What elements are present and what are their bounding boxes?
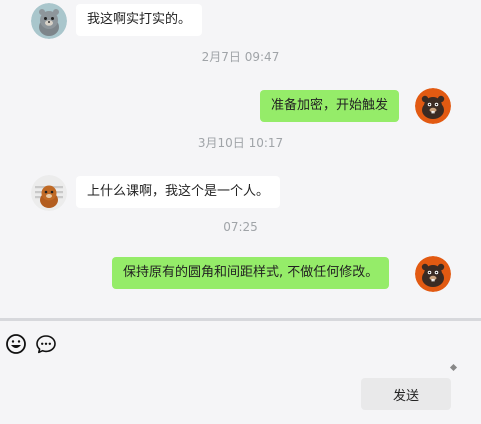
message-timestamp: 07:25 [223, 220, 258, 234]
user-avatar[interactable] [415, 88, 451, 124]
contact-avatar[interactable] [31, 175, 67, 211]
message-list[interactable]: 我这啊实打实的。 2月7日 09:47 准备加密，开始触发 3月10日 10:1… [0, 0, 481, 319]
send-button[interactable]: 发送 [361, 378, 451, 410]
message-bubble[interactable]: 保持原有的圆角和间距样式, 不做任何修改。 [112, 257, 390, 289]
user-avatar[interactable] [415, 256, 451, 292]
resize-handle-icon[interactable] [449, 363, 458, 372]
chat-window: 我这啊实打实的。 2月7日 09:47 准备加密，开始触发 3月10日 10:1… [0, 0, 481, 424]
message-bubble[interactable]: 我这啊实打实的。 [76, 4, 203, 36]
message-timestamp: 3月10日 10:17 [197, 136, 284, 150]
message-bubble[interactable]: 准备加密，开始触发 [260, 90, 400, 122]
message-timestamp: 2月7日 09:47 [201, 50, 280, 64]
contact-avatar[interactable] [31, 3, 67, 39]
chat-bubble-dots-icon[interactable] [35, 333, 57, 355]
message-bubble[interactable]: 上什么课啊，我这个是一个人。 [76, 176, 281, 208]
composer[interactable]: 发送 [0, 321, 481, 424]
smiley-icon[interactable] [5, 333, 27, 355]
